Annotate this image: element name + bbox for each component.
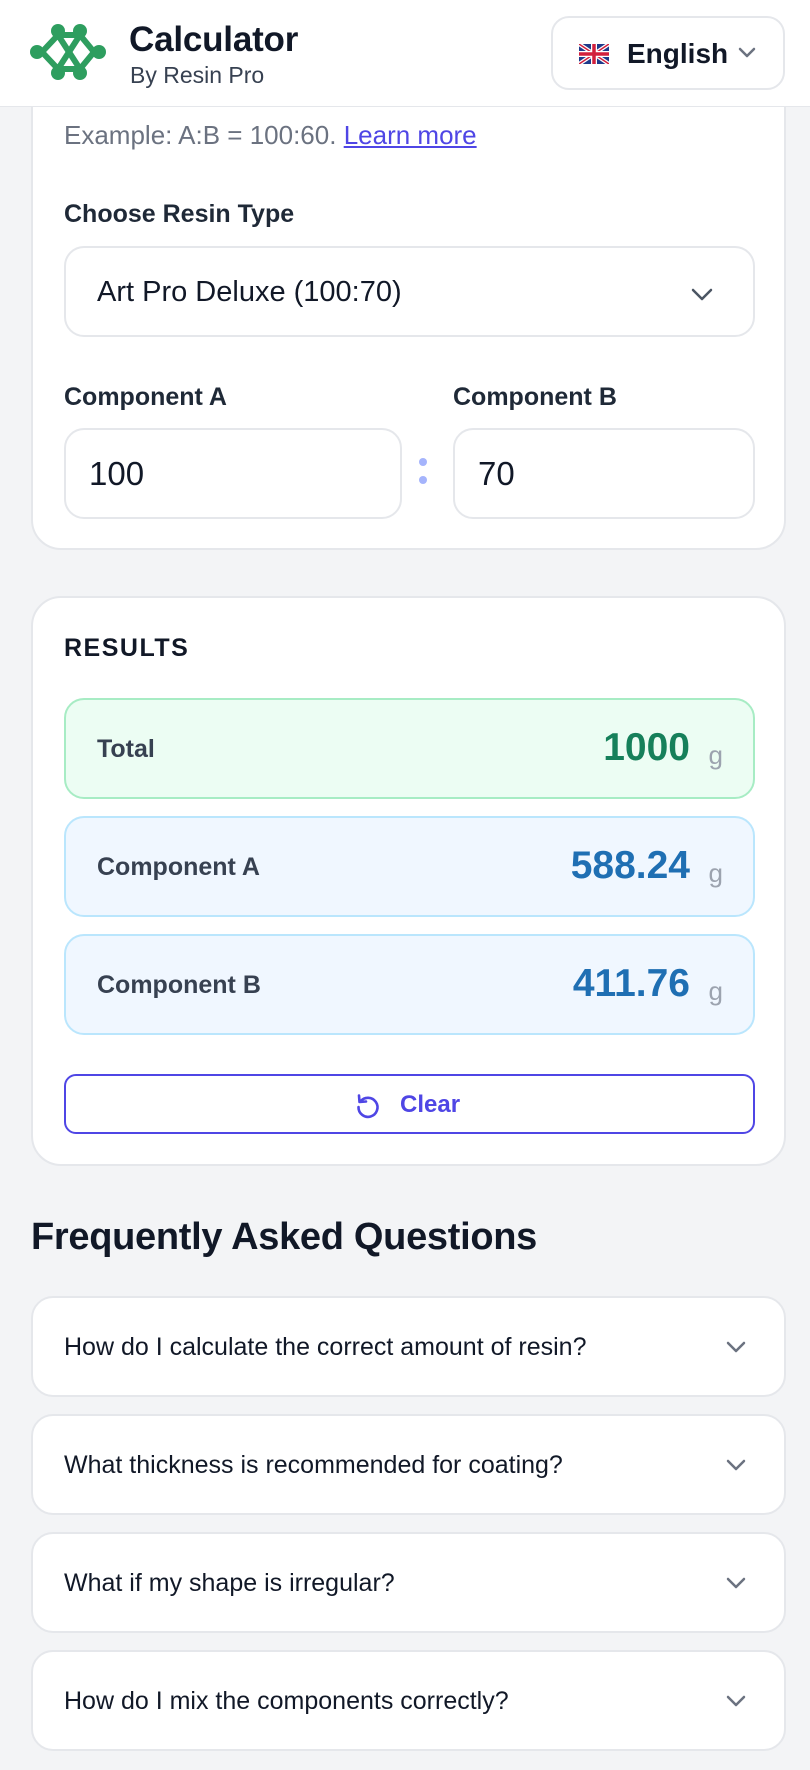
resin-type-select[interactable]: Art Pro Deluxe (100:70) (64, 246, 755, 337)
result-label: Total (97, 735, 155, 763)
ratio-hint-text: Example: A:B = 100:60. (64, 120, 344, 150)
chevron-down-icon (726, 1459, 746, 1471)
chevron-down-icon (726, 1695, 746, 1707)
calculator-card: Example: A:B = 100:60. Learn more Choose… (31, 60, 786, 550)
results-title: RESULTS (64, 634, 190, 662)
logo-icon[interactable] (28, 22, 108, 84)
clear-button[interactable]: Clear (64, 1074, 755, 1134)
result-value: 1000 (603, 726, 690, 769)
result-value: 411.76 (572, 962, 690, 1005)
result-label: Component A (97, 853, 260, 881)
result-component-b-row: Component B 411.76 g (64, 934, 755, 1035)
result-unit: g (708, 740, 723, 770)
result-unit: g (708, 976, 723, 1006)
faq-item[interactable]: What thickness is recommended for coatin… (31, 1414, 786, 1515)
chevron-down-icon (726, 1341, 746, 1353)
chevron-down-icon (691, 288, 713, 301)
faq-question: How do I mix the components correctly? (64, 1687, 509, 1715)
faq-item[interactable]: How do I mix the components correctly? (31, 1650, 786, 1751)
component-a-input[interactable] (64, 428, 402, 519)
result-label: Component B (97, 971, 261, 999)
component-a-label: Component A (64, 383, 227, 411)
uk-flag-icon (579, 44, 609, 64)
resin-type-label: Choose Resin Type (64, 200, 295, 228)
faq-item[interactable]: How do I calculate the correct amount of… (31, 1296, 786, 1397)
results-card: RESULTS Total 1000 g Component A 588.24 … (31, 596, 786, 1166)
component-b-input[interactable] (453, 428, 755, 519)
ratio-hint: Example: A:B = 100:60. Learn more (64, 120, 477, 151)
faq-question: What if my shape is irregular? (64, 1569, 395, 1597)
app-subtitle: By Resin Pro (130, 62, 265, 88)
language-label: English (627, 38, 729, 69)
faq-question: How do I calculate the correct amount of… (64, 1333, 587, 1361)
language-selector[interactable]: English (551, 16, 785, 90)
app-title: Calculator (129, 20, 299, 59)
faq-item[interactable]: What if my shape is irregular? (31, 1532, 786, 1633)
faq-question: What thickness is recommended for coatin… (64, 1451, 563, 1479)
component-b-label: Component B (453, 383, 617, 411)
clear-button-label: Clear (400, 1091, 461, 1118)
ratio-colon-separator (418, 458, 428, 488)
learn-more-link[interactable]: Learn more (344, 120, 477, 150)
faq-title: Frequently Asked Questions (31, 1216, 538, 1258)
result-value: 588.24 (570, 844, 690, 887)
reset-icon (357, 1094, 379, 1119)
result-total-row: Total 1000 g (64, 698, 755, 799)
result-unit: g (708, 858, 723, 888)
chevron-down-icon (726, 1577, 746, 1589)
result-component-a-row: Component A 588.24 g (64, 816, 755, 917)
resin-type-value: Art Pro Deluxe (100:70) (97, 276, 402, 308)
app-header: Calculator By Resin Pro English (0, 0, 810, 107)
chevron-down-icon (738, 47, 756, 58)
